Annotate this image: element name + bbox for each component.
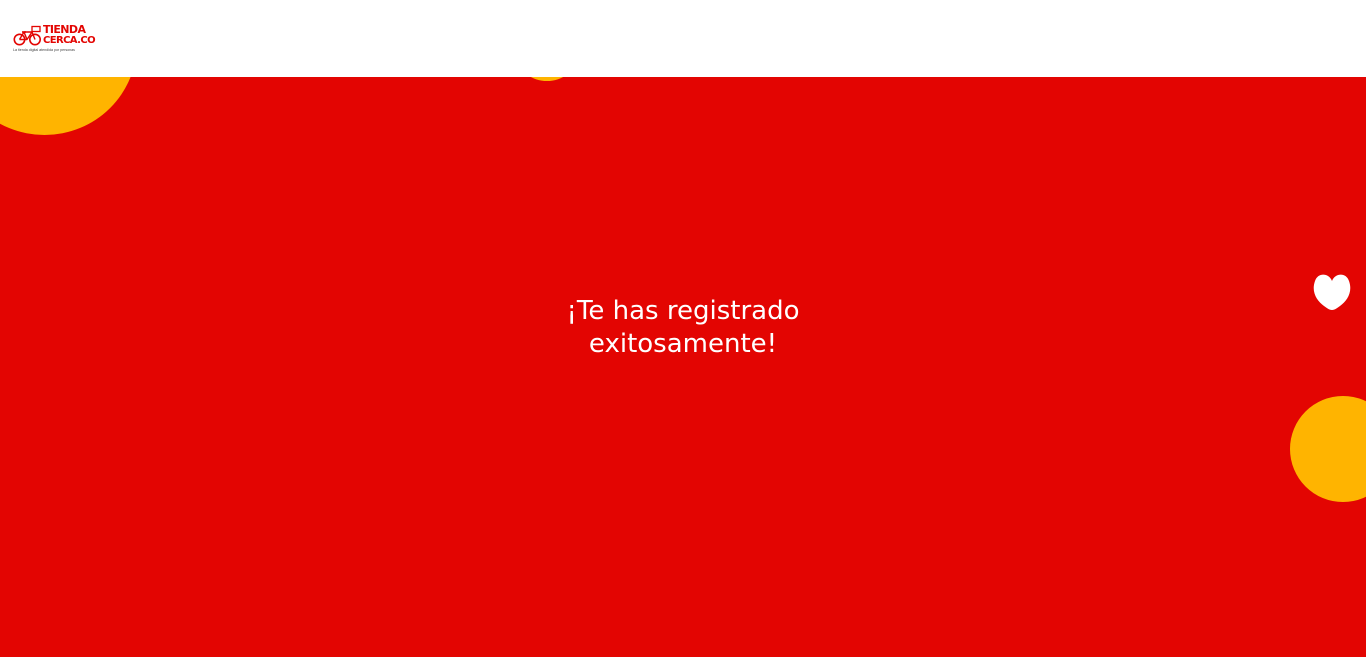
success-message-line-1: ¡Te has registrado: [566, 296, 800, 326]
heart-icon: [1313, 274, 1351, 310]
brand-logo[interactable]: TIENDA CERCA.CO La tienda digital atendi…: [13, 23, 96, 55]
success-message: ¡Te has registrado exitosamente!: [483, 295, 883, 361]
logo-text-cercaco: CERCA.CO: [43, 35, 96, 46]
logo-tagline: La tienda digital atendida por personas: [13, 48, 75, 52]
decor-circle-right: [1290, 396, 1366, 502]
decor-circle-top-center: [519, 77, 575, 81]
success-hero: ¡Te has registrado exitosamente!: [0, 77, 1366, 657]
decor-circle-top-left: [0, 77, 137, 135]
success-message-line-2: exitosamente!: [588, 329, 778, 359]
bicycle-icon: [13, 25, 41, 46]
logo-text-tienda: TIENDA: [43, 23, 86, 36]
site-header: TIENDA CERCA.CO La tienda digital atendi…: [0, 0, 1366, 77]
